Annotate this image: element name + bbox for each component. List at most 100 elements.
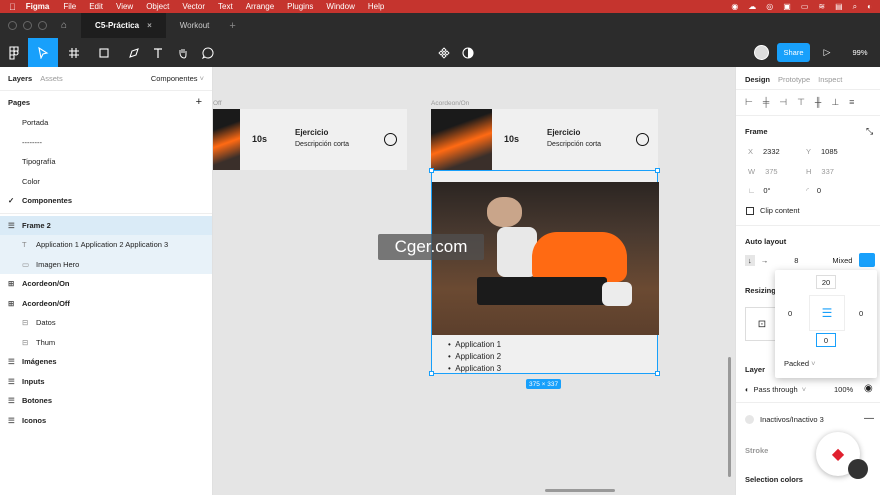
y-field[interactable]: Y 1085 [806, 147, 861, 156]
apple-icon[interactable]:  [9, 2, 16, 12]
pen-tool-icon[interactable] [120, 38, 148, 67]
menu-view[interactable]: View [116, 2, 133, 11]
user-avatar[interactable] [752, 38, 770, 67]
accordion-on-frame[interactable]: 10s Ejercicio Descripción corta [431, 109, 658, 170]
remove-style-icon[interactable]: — [864, 413, 874, 424]
minimize-window-icon[interactable] [23, 21, 32, 30]
resize-handle[interactable] [429, 168, 434, 173]
menu-text[interactable]: Text [218, 2, 233, 11]
close-window-icon[interactable] [8, 21, 17, 30]
menu-plugins[interactable]: Plugins [287, 2, 313, 11]
blend-mode-select[interactable]: ◐ Pass through ˅ [745, 385, 806, 394]
tab-inspect[interactable]: Inspect [818, 75, 842, 84]
tab-layers[interactable]: Layers [8, 74, 32, 83]
frame-tool-icon[interactable] [60, 38, 88, 67]
layer-inputs[interactable]: ☰ Inputs [0, 372, 212, 392]
radio-icon[interactable] [636, 133, 649, 146]
menu-edit[interactable]: Edit [89, 2, 103, 11]
status-app-icon[interactable]: ◉ [731, 2, 738, 11]
rotation-field[interactable]: ∟ 0° [748, 186, 771, 195]
zoom-window-icon[interactable] [38, 21, 47, 30]
present-play-icon[interactable]: ▷ [820, 38, 834, 67]
checkbox[interactable] [746, 206, 754, 215]
tab-workout[interactable]: Workout [166, 13, 224, 38]
align-right-icon[interactable]: ⊣ [779, 97, 787, 108]
frame-section-title[interactable]: Frame [745, 127, 768, 136]
horizontal-scrollbar[interactable] [545, 489, 615, 492]
padding-right-input[interactable]: 0 [859, 309, 863, 318]
new-tab-button[interactable]: + [229, 20, 235, 32]
text-tool-icon[interactable] [150, 38, 166, 67]
menu-file[interactable]: File [63, 2, 76, 11]
page-item-active[interactable]: ✓ Componentes [0, 191, 212, 211]
tab-prototype[interactable]: Prototype [778, 75, 810, 84]
opacity-value[interactable]: 100% [834, 385, 853, 394]
component-icon[interactable] [436, 38, 452, 67]
x-field[interactable]: X 2332 [748, 147, 803, 156]
eye-icon[interactable]: ◉ [864, 383, 873, 394]
layer-botones[interactable]: ☰ Botones [0, 391, 212, 411]
control-center-icon[interactable]: ▤ [835, 2, 843, 11]
page-item[interactable]: Portada [0, 113, 212, 133]
layer-thum[interactable]: ⊟ Thum [0, 333, 212, 353]
padding-bottom-input[interactable]: 0 [816, 333, 836, 347]
zoom-menu[interactable]: 99% [846, 38, 874, 67]
h-field[interactable]: H 337 [806, 167, 861, 176]
vertical-scrollbar[interactable] [728, 357, 731, 477]
add-page-icon[interactable]: + [196, 96, 202, 108]
menu-object[interactable]: Object [146, 2, 169, 11]
shape-tool-icon[interactable] [90, 38, 118, 67]
contrast-icon[interactable] [460, 38, 476, 67]
layer-imagenes[interactable]: ☰ Imágenes [0, 352, 212, 372]
direction-vertical-icon[interactable]: ↓ [745, 255, 755, 266]
page-item[interactable]: Color [0, 172, 212, 192]
page-item[interactable]: -------- [0, 133, 212, 153]
sync-icon[interactable]: ◎ [766, 2, 773, 11]
menu-app-name[interactable]: Figma [26, 2, 50, 11]
frame-2-selected[interactable]: • Application 1 • Application 2 • Applic… [429, 168, 660, 376]
padding-mixed[interactable]: Mixed [832, 256, 852, 265]
radio-icon[interactable] [384, 133, 397, 146]
move-tool-icon[interactable] [28, 38, 58, 67]
layer-iconos[interactable]: ☰ Iconos [0, 411, 212, 431]
align-center-h-icon[interactable]: ╪ [763, 97, 769, 108]
menu-arrange[interactable]: Arrange [246, 2, 274, 11]
tab-assets[interactable]: Assets [40, 74, 63, 83]
home-icon[interactable]: ⌂ [61, 20, 67, 31]
individual-padding-button[interactable] [859, 253, 875, 267]
help-button[interactable] [848, 459, 868, 479]
input-source-icon[interactable]: ▣ [783, 2, 791, 11]
resizing-widget[interactable]: ⊡ [745, 307, 779, 341]
layer-acordeon-off[interactable]: ⊞ Acordeon/Off [0, 294, 212, 314]
w-field[interactable]: W 375 [748, 167, 803, 176]
layer-acordeon-on[interactable]: ⊞ Acordeon/On [0, 274, 212, 294]
align-center-v-icon[interactable]: ╫ [815, 97, 821, 108]
alignment-grid-icon[interactable]: ☰ [809, 295, 845, 331]
layer-image[interactable]: ▭ Imagen Hero [0, 254, 212, 274]
spotlight-icon[interactable]: ⌕ [853, 2, 857, 12]
resize-handle[interactable] [655, 371, 660, 376]
tab-design[interactable]: Design [745, 75, 770, 84]
radius-field[interactable]: ◜ 0 [806, 186, 821, 195]
siri-icon[interactable]: ◐ [867, 2, 872, 11]
resize-handle[interactable] [655, 168, 660, 173]
layer-datos[interactable]: ⊟ Datos [0, 313, 212, 333]
spacing-value[interactable]: 8 [794, 256, 798, 265]
page-select[interactable]: Componentes ˅ [151, 74, 204, 83]
menu-vector[interactable]: Vector [182, 2, 205, 11]
resize-handle[interactable] [429, 371, 434, 376]
distribute-icon[interactable]: ≡ [849, 97, 854, 108]
page-item[interactable]: Tipografía [0, 152, 212, 172]
layer-frame-2[interactable]: ☰ Frame 2 [0, 215, 212, 235]
main-menu-icon[interactable] [0, 38, 28, 67]
fit-frame-icon[interactable]: ⤡ [866, 126, 873, 137]
comment-tool-icon[interactable] [200, 38, 216, 67]
menu-help[interactable]: Help [368, 2, 384, 11]
direction-horizontal-icon[interactable]: → [761, 256, 769, 265]
padding-top-input[interactable]: 20 [816, 275, 836, 289]
wifi-icon[interactable]: ≋ [818, 2, 825, 11]
hand-tool-icon[interactable] [175, 38, 191, 67]
accordion-off-frame[interactable]: 10s Ejercicio Descripción corta [213, 109, 407, 170]
canvas[interactable]: Off 10s Ejercicio Descripción corta Acor… [213, 67, 735, 495]
tab-c5-practica[interactable]: C5-Práctica × [81, 13, 166, 38]
